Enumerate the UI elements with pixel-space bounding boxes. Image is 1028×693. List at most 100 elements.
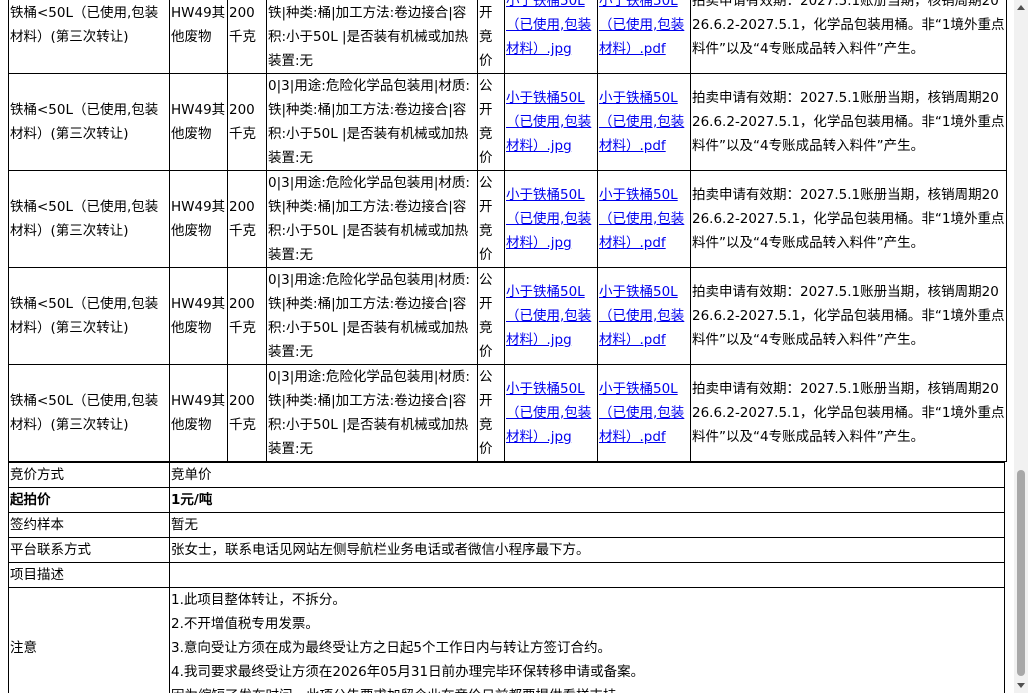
notes-row: 注意 1.此项目整体转让，不拆分。 2.不开增值税专用发票。 3.意向受让方须在… — [8, 587, 1005, 693]
scroll-down-arrow-icon[interactable] — [1014, 679, 1028, 693]
item-description: 0|3|用途:危险化学品包装用|材质:铁|种类:桶|加工方法:卷边接合|容积:小… — [268, 369, 470, 457]
info-table: 竞价方式 竞单价 起拍价 1元/吨 签约样本 暂无 平台联系方式 张女士，联系电… — [8, 462, 1005, 693]
contract-sample-label: 签约样本 — [8, 512, 170, 538]
item-name-cell: 铁桶<50L（已使用,包装材料）(第三次转让) — [8, 364, 170, 462]
item-remark: 拍卖申请有效期：2027.5.1账册当期，核销周期2026.6.2-2027.5… — [692, 0, 1005, 57]
item-method-cell: 公开竞价 — [477, 170, 505, 268]
item-pdf-link[interactable]: 小于铁桶50L（已使用,包装材料）.pdf — [599, 284, 684, 348]
item-method-cell: 公开竞价 — [477, 364, 505, 462]
item-row: 铁桶<50L（已使用,包装材料）(第三次转让) HW49其他废物200千克 0|3|… — [8, 267, 1007, 365]
item-name-cell: 铁桶<50L（已使用,包装材料）(第三次转让) — [8, 267, 170, 365]
item-method: 公开竞价 — [479, 272, 493, 360]
item-name: 铁桶<50L（已使用,包装材料）(第三次转让) — [10, 296, 159, 336]
item-method: 公开竞价 — [479, 369, 493, 457]
item-pdf-link-cell: 小于铁桶50L（已使用,包装材料）.pdf — [597, 170, 691, 268]
item-quantity-cell: 200千克 — [227, 170, 267, 268]
item-name-cell: 铁桶<50L（已使用,包装材料）(第三次转让) — [8, 73, 170, 171]
item-remark-cell: 拍卖申请有效期：2027.5.1账册当期，核销周期2026.6.2-2027.5… — [690, 364, 1007, 462]
item-category-cell: HW49其他废物 — [169, 170, 228, 268]
item-remark: 拍卖申请有效期：2027.5.1账册当期，核销周期2026.6.2-2027.5… — [692, 381, 1005, 445]
notes-label: 注意 — [8, 587, 170, 693]
item-name: 铁桶<50L（已使用,包装材料）(第三次转让) — [10, 5, 159, 45]
project-description-label: 项目描述 — [8, 562, 170, 588]
bidding-method-row: 竞价方式 竞单价 — [8, 462, 1005, 488]
item-quantity: 200千克 — [229, 5, 256, 45]
contact-row: 平台联系方式 张女士，联系电话见网站左侧导航栏业务电话或者微信小程序最下方。 — [8, 537, 1005, 563]
item-method-cell: 公开竞价 — [477, 267, 505, 365]
bidding-method-label: 竞价方式 — [8, 462, 170, 488]
item-pdf-link[interactable]: 小于铁桶50L（已使用,包装材料）.pdf — [599, 381, 684, 445]
item-remark: 拍卖申请有效期：2027.5.1账册当期，核销周期2026.6.2-2027.5… — [692, 187, 1005, 251]
item-category-cell: HW49其他废物 — [169, 364, 228, 462]
notes-value: 1.此项目整体转让，不拆分。 2.不开增值税专用发票。 3.意向受让方须在成为最… — [169, 587, 1005, 693]
note-line: 因为缩短了发布时间，此项公告要求加贸企业在竞价日前都要提供看样支持。 — [171, 684, 1003, 693]
item-pdf-link[interactable]: 小于铁桶50L（已使用,包装材料）.pdf — [599, 0, 684, 57]
item-quantity-cell: 200千克 — [227, 0, 267, 74]
item-image-link-cell: 小于铁桶50L（已使用,包装材料）.jpg — [504, 364, 598, 462]
item-row: 铁桶<50L（已使用,包装材料）(第三次转让) HW49其他废物200千克 0|3|… — [8, 73, 1007, 171]
project-description-value — [169, 562, 1005, 588]
contract-sample-row: 签约样本 暂无 — [8, 512, 1005, 538]
item-image-link-cell: 小于铁桶50L（已使用,包装材料）.jpg — [504, 267, 598, 365]
note-line: 3.意向受让方须在成为最终受让方之日起5个工作日内与转让方签订合约。 — [171, 640, 611, 656]
item-pdf-link-cell: 小于铁桶50L（已使用,包装材料）.pdf — [597, 0, 691, 74]
item-name: 铁桶<50L（已使用,包装材料）(第三次转让) — [10, 393, 159, 433]
item-name-cell: 铁桶<50L（已使用,包装材料）(第三次转让) — [8, 0, 170, 74]
item-quantity-cell: 200千克 — [227, 73, 267, 171]
item-quantity: 200千克 — [229, 102, 256, 142]
contact-value: 张女士，联系电话见网站左侧导航栏业务电话或者微信小程序最下方。 — [169, 537, 1005, 563]
item-method: 公开竞价 — [479, 5, 493, 69]
item-image-link[interactable]: 小于铁桶50L（已使用,包装材料）.jpg — [506, 284, 591, 348]
item-description-cell: 0|3|用途:危险化学品包装用|材质:铁|种类:桶|加工方法:卷边接合|容积:小… — [266, 364, 478, 462]
item-image-link[interactable]: 小于铁桶50L（已使用,包装材料）.jpg — [506, 0, 591, 57]
item-remark-cell: 拍卖申请有效期：2027.5.1账册当期，核销周期2026.6.2-2027.5… — [690, 73, 1007, 171]
item-quantity-cell: 200千克 — [227, 364, 267, 462]
item-remark-cell: 拍卖申请有效期：2027.5.1账册当期，核销周期2026.6.2-2027.5… — [690, 267, 1007, 365]
item-pdf-link[interactable]: 小于铁桶50L（已使用,包装材料）.pdf — [599, 187, 684, 251]
item-category: HW49其他废物 — [171, 296, 226, 336]
item-image-link[interactable]: 小于铁桶50L（已使用,包装材料）.jpg — [506, 187, 591, 251]
item-remark-cell: 拍卖申请有效期：2027.5.1账册当期，核销周期2026.6.2-2027.5… — [690, 170, 1007, 268]
scrollbar-thumb[interactable] — [1017, 470, 1025, 676]
item-method: 公开竞价 — [479, 175, 493, 263]
item-quantity: 200千克 — [229, 393, 256, 433]
item-row: 铁桶<50L（已使用,包装材料）(第三次转让) HW49其他废物200千克 0|3|… — [8, 170, 1007, 268]
item-category-cell: HW49其他废物 — [169, 0, 228, 74]
item-pdf-link-cell: 小于铁桶50L（已使用,包装材料）.pdf — [597, 267, 691, 365]
item-method-cell: 公开竞价 — [477, 73, 505, 171]
item-category-cell: HW49其他废物 — [169, 73, 228, 171]
item-remark: 拍卖申请有效期：2027.5.1账册当期，核销周期2026.6.2-2027.5… — [692, 90, 1005, 154]
item-category-cell: HW49其他废物 — [169, 267, 228, 365]
item-description-cell: 0|3|用途:危险化学品包装用|材质:铁|种类:桶|加工方法:卷边接合|容积:小… — [266, 267, 478, 365]
note-line: 4.我司要求最终受让方须在2026年05月31日前办理完毕环保转移申请或备案。 — [171, 664, 645, 680]
item-name-cell: 铁桶<50L（已使用,包装材料）(第三次转让) — [8, 170, 170, 268]
item-row: 铁桶<50L（已使用,包装材料）(第三次转让) HW49其他废物200千克 0|3|… — [8, 0, 1007, 74]
item-image-link-cell: 小于铁桶50L（已使用,包装材料）.jpg — [504, 0, 598, 74]
item-name: 铁桶<50L（已使用,包装材料）(第三次转让) — [10, 199, 159, 239]
announcement-content: 铁桶<50L（已使用,包装材料）(第三次转让)HW49其他废物200千克0|3|… — [8, 0, 1007, 693]
vertical-scrollbar[interactable] — [1014, 0, 1028, 693]
item-image-link-cell: 小于铁桶50L（已使用,包装材料）.jpg — [504, 73, 598, 171]
starting-price-row: 起拍价 1元/吨 — [8, 487, 1005, 513]
project-description-row: 项目描述 — [8, 562, 1005, 588]
scroll-up-arrow-icon[interactable] — [1014, 0, 1028, 14]
item-image-link[interactable]: 小于铁桶50L（已使用,包装材料）.jpg — [506, 90, 591, 154]
item-method-cell: 公开竞价 — [477, 0, 505, 74]
starting-price-value: 1元/吨 — [169, 487, 1005, 513]
item-description: 0|3|用途:危险化学品包装用|材质:铁|种类:桶|加工方法:卷边接合|容积:小… — [268, 5, 469, 69]
items-table: 铁桶<50L（已使用,包装材料）(第三次转让)HW49其他废物200千克0|3|… — [8, 0, 1007, 462]
bidding-method-value: 竞单价 — [169, 462, 1005, 488]
item-image-link[interactable]: 小于铁桶50L（已使用,包装材料）.jpg — [506, 381, 591, 445]
item-quantity: 200千克 — [229, 296, 256, 336]
item-description-cell: 0|3|用途:危险化学品包装用|材质:铁|种类:桶|加工方法:卷边接合|容积:小… — [266, 170, 478, 268]
item-remark-cell: 拍卖申请有效期：2027.5.1账册当期，核销周期2026.6.2-2027.5… — [690, 0, 1007, 74]
item-category: HW49其他废物 — [171, 5, 226, 45]
item-description-cell: 0|3|用途:危险化学品包装用|材质:铁|种类:桶|加工方法:卷边接合|容积:小… — [266, 73, 478, 171]
starting-price-label: 起拍价 — [8, 487, 170, 513]
item-pdf-link[interactable]: 小于铁桶50L（已使用,包装材料）.pdf — [599, 90, 684, 154]
item-description: 0|3|用途:危险化学品包装用|材质:铁|种类:桶|加工方法:卷边接合|容积:小… — [268, 272, 470, 360]
item-category: HW49其他废物 — [171, 393, 226, 433]
item-name: 铁桶<50L（已使用,包装材料）(第三次转让) — [10, 102, 159, 142]
item-image-link-cell: 小于铁桶50L（已使用,包装材料）.jpg — [504, 170, 598, 268]
item-quantity-cell: 200千克 — [227, 267, 267, 365]
